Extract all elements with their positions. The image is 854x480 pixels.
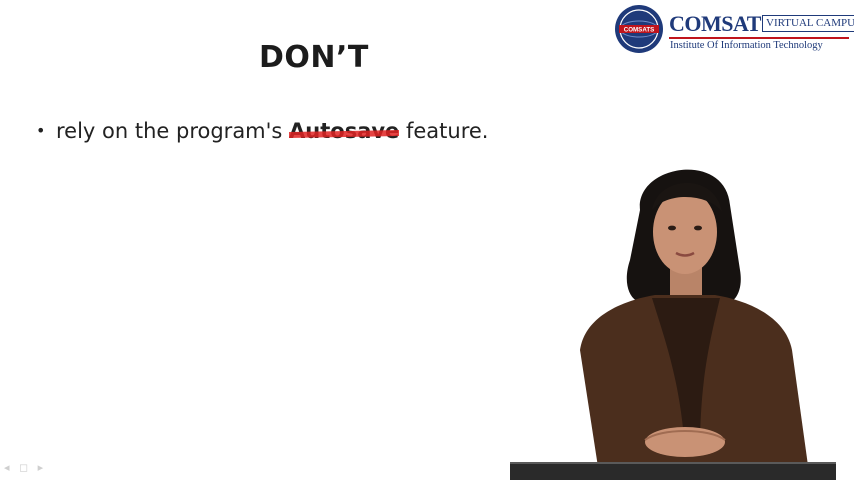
bullet-suffix: feature.	[399, 119, 489, 143]
bullet-item: • rely on the program's Autosave feature.	[36, 119, 488, 143]
seal-text: COMSATS	[624, 27, 654, 34]
slide-nav-controls[interactable]: ◂ ◻ ▸	[4, 461, 46, 474]
slide-title: DON’T	[259, 40, 369, 75]
podium-edge	[510, 462, 836, 480]
logo-name: COMSATS	[669, 11, 773, 36]
comsats-seal-icon: COMSATS	[615, 5, 663, 53]
logo-rule	[669, 37, 849, 39]
bullet-prefix: rely on the program's	[56, 119, 290, 143]
lecture-slide: COMSATS COMSATS VIRTUAL CAMPUS Institute…	[0, 0, 854, 480]
logo-subtitle: Institute Of Information Technology	[670, 40, 823, 51]
comsats-logo: COMSATS COMSATS VIRTUAL CAMPUS Institute…	[614, 4, 854, 58]
logo-badge: VIRTUAL CAMPUS	[762, 15, 854, 32]
struck-word: Autosave	[289, 119, 400, 143]
bullet-dot-icon: •	[36, 121, 46, 140]
presenter-figure	[580, 169, 810, 480]
